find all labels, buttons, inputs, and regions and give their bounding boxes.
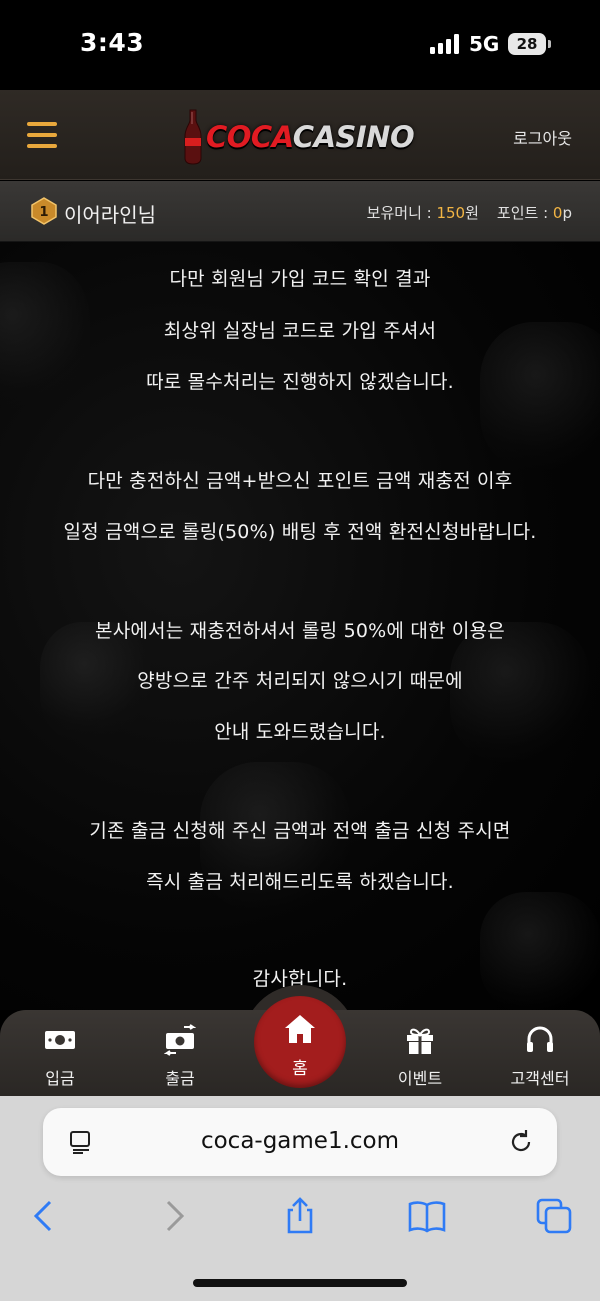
cellular-signal-icon [430,34,459,54]
forward-icon[interactable] [154,1196,194,1236]
nav-deposit[interactable]: 입금 [10,1010,110,1096]
battery-level: 28 [508,33,546,55]
ios-status-bar: 3:43 5G 28 [0,0,600,90]
logo-coca-text: COCA [206,120,293,154]
home-icon [285,1015,315,1043]
balance-info: 보유머니 : 150원 포인트 : 0p [367,202,572,223]
nav-support[interactable]: 고객센터 [490,1010,590,1096]
safari-toolbar: coca-game1.com [0,1096,600,1301]
point-unit: p [562,204,572,222]
nav-home-label: 홈 [292,1059,308,1079]
message-line: 따로 몰수처리는 진행하지 않겠습니다. [146,371,454,393]
battery-icon: 28 [508,33,551,55]
back-icon[interactable] [24,1196,64,1236]
rank-number: 1 [39,205,48,220]
home-indicator [193,1279,407,1287]
message-line: 양방으로 간주 처리되지 않으시기 때문에 [137,670,463,692]
username: 이어라인님 [64,203,156,227]
network-type: 5G [469,32,500,56]
gift-icon [407,1028,433,1054]
money-exchange-icon [164,1024,196,1056]
headset-icon [527,1026,553,1052]
url-text: coca-game1.com [200,1128,400,1154]
logo-casino-text: CASINO [292,120,415,154]
bookmarks-icon[interactable] [407,1196,447,1236]
nav-event[interactable]: 이벤트 [370,1010,470,1096]
money-label: 보유머니 : [366,204,437,222]
nav-event-label: 이벤트 [397,1069,443,1088]
address-bar[interactable]: coca-game1.com [43,1108,557,1176]
message-line: 최상위 실장님 코드로 가입 주셔서 [163,320,437,342]
message-line: 기존 출금 신청해 주신 금액과 전액 출금 신청 주시면 [89,820,511,842]
site-header: COCACASINO 로그아웃 [0,90,600,180]
message-line: 본사에서는 재충전하셔서 롤링 50%에 대한 이용은 [95,620,505,642]
nav-withdraw[interactable]: 출금 [130,1010,230,1096]
message-line: 다만 충전하신 금액+받으신 포인트 금액 재충전 이후 [87,470,513,492]
status-time: 3:43 [80,28,145,57]
money-unit: 원 [465,204,479,222]
background-dice [480,892,600,1010]
coca-casino-logo[interactable]: COCACASINO [180,108,440,166]
share-icon[interactable] [280,1196,320,1236]
logo-text: COCACASINO [206,120,415,154]
nav-deposit-label: 입금 [45,1069,75,1088]
reload-icon[interactable] [507,1128,535,1156]
background-dice [480,322,600,472]
menu-hamburger-icon[interactable] [27,122,57,148]
logout-link[interactable]: 로그아웃 [513,125,572,149]
nav-home-button[interactable]: 홈 [254,996,346,1088]
rank-badge-icon: 1 [31,197,57,225]
message-line: 일정 금액으로 롤링(50%) 배팅 후 전액 환전신청바랍니다. [63,521,537,543]
cash-icon [45,1031,75,1049]
message-content: 다만 회원님 가입 코드 확인 결과 최상위 실장님 코드로 가입 주셔서 따로… [0,242,600,1010]
point-label: 포인트 : [496,204,553,222]
message-line: 다만 회원님 가입 코드 확인 결과 [169,268,431,290]
nav-support-label: 고객센터 [510,1069,570,1088]
user-info-bar: 1 이어라인님 보유머니 : 150원 포인트 : 0p [0,181,600,242]
message-line: 즉시 출금 처리해드리도록 하겠습니다. [146,871,454,893]
coca-bottle-icon [184,109,202,165]
tabs-icon[interactable] [534,1196,574,1236]
nav-withdraw-label: 출금 [165,1069,195,1088]
money-value: 150 [436,204,466,222]
message-line: 안내 도와드렸습니다. [214,721,386,743]
